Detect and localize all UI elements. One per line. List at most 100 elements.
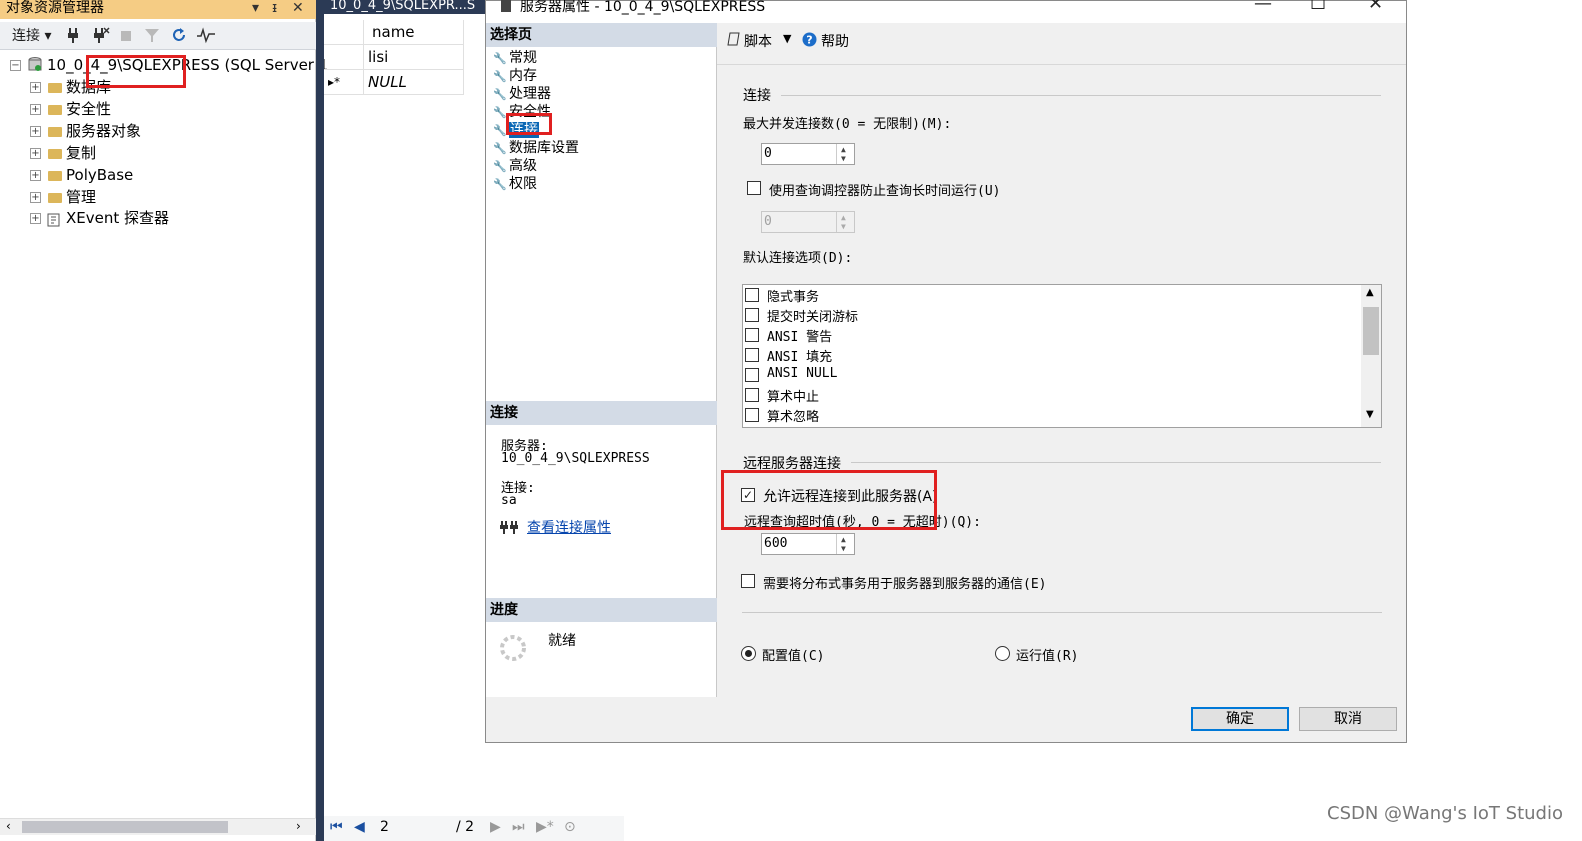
current-record[interactable]: 2	[380, 819, 389, 835]
grid-cell[interactable]: NULL	[364, 70, 464, 95]
scrollbar-thumb[interactable]	[22, 821, 228, 833]
query-governor-spinner[interactable]: 0 ▲ ▼	[761, 211, 855, 233]
splitter[interactable]	[316, 0, 324, 841]
connection-value: sa	[501, 493, 517, 508]
stop-icon[interactable]	[120, 26, 132, 50]
activity-icon[interactable]	[196, 26, 216, 50]
tree-item-label: 复制	[66, 144, 97, 162]
dialog-title: 服务器属性 - 10_0_4_9\SQLEXPRESS	[520, 0, 766, 15]
page-general[interactable]: 🔧 常规	[493, 49, 537, 67]
option-checkbox[interactable]	[745, 308, 759, 322]
max-concurrent-spinner[interactable]: 0 ▲ ▼	[761, 143, 855, 165]
spin-down-icon[interactable]: ▼	[841, 545, 846, 553]
page-advanced[interactable]: 🔧 高级	[493, 157, 537, 175]
query-governor-label: 使用查询调控器防止查询长时间运行(U)	[769, 184, 1001, 199]
ok-button[interactable]: 确定	[1191, 707, 1289, 731]
allow-remote-checkbox[interactable]: ✓	[741, 488, 755, 502]
progress-spinner-icon	[498, 633, 528, 667]
connect-button[interactable]: 连接 ▾	[12, 26, 51, 46]
distributed-transactions-checkbox[interactable]	[741, 574, 755, 588]
horizontal-scrollbar[interactable]: ‹ ›	[0, 818, 316, 835]
option-checkbox[interactable]	[745, 388, 759, 402]
pin-icon[interactable]: ᵻ	[272, 0, 277, 16]
option-checkbox[interactable]	[745, 408, 759, 422]
configured-values-radio[interactable]	[741, 646, 756, 661]
script-icon[interactable]	[727, 31, 741, 51]
connect-icon[interactable]	[66, 26, 80, 50]
tree-item-databases[interactable]: + 数据库	[0, 76, 316, 98]
server-properties-dialog: 服务器属性 - 10_0_4_9\SQLEXPRESS — ☐ ✕ 选择页 🔧 常…	[485, 0, 1407, 743]
remote-timeout-spinner[interactable]: 600 ▲ ▼	[761, 533, 855, 555]
help-button[interactable]: 帮助	[821, 31, 849, 51]
option-checkbox[interactable]	[745, 348, 759, 362]
previous-record-icon[interactable]: ◀	[354, 819, 365, 835]
refresh-icon[interactable]	[170, 26, 188, 50]
script-button[interactable]: 脚本	[744, 31, 772, 51]
dropdown-icon[interactable]: ▾	[252, 0, 259, 16]
spin-up-icon[interactable]: ▲	[841, 214, 846, 222]
expand-icon[interactable]: +	[30, 148, 41, 159]
tree-root-server[interactable]: − 10_0_4_9\SQLEXPRESS (SQL Server 1	[0, 54, 328, 76]
view-connection-properties-link[interactable]: 查看连接属性	[527, 517, 611, 537]
tree-item-security[interactable]: + 安全性	[0, 98, 316, 120]
option-checkbox[interactable]	[745, 288, 759, 302]
scrollbar-thumb[interactable]	[1363, 307, 1379, 355]
collapse-icon[interactable]: −	[10, 60, 21, 71]
expand-icon[interactable]: +	[30, 104, 41, 115]
tree-item-polybase[interactable]: + PolyBase	[0, 164, 316, 186]
query-governor-value: 0	[764, 214, 772, 229]
spin-up-icon[interactable]: ▲	[841, 536, 846, 544]
expand-icon[interactable]: +	[30, 82, 41, 93]
tree-item-server-objects[interactable]: + 服务器对象	[0, 120, 316, 142]
running-values-radio[interactable]	[995, 646, 1010, 661]
spin-down-icon[interactable]: ▼	[841, 223, 846, 231]
filter-icon[interactable]	[144, 26, 160, 50]
spin-up-icon[interactable]: ▲	[841, 146, 846, 154]
new-record-icon[interactable]: ▶*	[536, 819, 554, 835]
tree-item-label: XEvent 探查器	[66, 209, 170, 227]
page-database-settings[interactable]: 🔧 数据库设置	[493, 139, 579, 157]
minimize-icon[interactable]: —	[1254, 0, 1272, 13]
scroll-up-icon[interactable]: ▲	[1366, 287, 1374, 298]
disconnect-icon[interactable]	[92, 26, 110, 50]
tree-item-management[interactable]: + 管理	[0, 186, 316, 208]
expand-icon[interactable]: +	[30, 126, 41, 137]
expand-icon[interactable]: +	[30, 213, 41, 224]
page-label: 安全性	[509, 104, 551, 120]
results-grid: name lisi ▸* NULL	[324, 20, 466, 96]
expand-icon[interactable]: +	[30, 170, 41, 181]
page-memory[interactable]: 🔧 内存	[493, 67, 537, 85]
page-permissions[interactable]: 🔧 权限	[493, 175, 537, 193]
chevron-down-icon[interactable]: ▼	[783, 32, 791, 45]
close-icon[interactable]: ✕	[292, 0, 304, 16]
tree-item-xevent-profiler[interactable]: + XEvent 探查器	[0, 207, 316, 229]
spin-down-icon[interactable]: ▼	[841, 155, 846, 163]
document-tab[interactable]: 10_0_4_9\SQLEXPR...S	[324, 0, 494, 14]
scroll-left-icon[interactable]: ‹	[6, 819, 11, 833]
vertical-scrollbar[interactable]: ▲ ▼	[1361, 285, 1381, 427]
column-header[interactable]: name	[364, 20, 464, 45]
object-explorer-title: 对象资源管理器	[6, 0, 104, 16]
first-record-icon[interactable]: ⏮	[330, 819, 343, 835]
page-processors[interactable]: 🔧 处理器	[493, 85, 551, 103]
maximize-icon[interactable]: ☐	[1310, 0, 1326, 13]
next-record-icon[interactable]: ▶	[490, 819, 501, 835]
grid-cell[interactable]: lisi	[364, 45, 464, 70]
cancel-button[interactable]: 取消	[1299, 707, 1397, 731]
query-governor-checkbox[interactable]	[747, 181, 761, 195]
page-connections[interactable]: 🔧 连接	[493, 121, 539, 139]
row-selector[interactable]	[324, 45, 364, 70]
expand-icon[interactable]: +	[30, 192, 41, 203]
row-selector[interactable]: ▸*	[324, 70, 364, 95]
option-checkbox[interactable]	[745, 328, 759, 342]
page-label: 权限	[509, 176, 537, 192]
scroll-right-icon[interactable]: ›	[296, 819, 301, 833]
close-icon[interactable]: ✕	[1368, 0, 1383, 13]
scroll-down-icon[interactable]: ▼	[1366, 409, 1374, 420]
help-icon[interactable]: ?	[802, 32, 817, 51]
last-record-icon[interactable]: ⏭	[512, 819, 525, 835]
page-security[interactable]: 🔧 安全性	[493, 103, 551, 121]
tree-item-replication[interactable]: + 复制	[0, 142, 316, 164]
stop-icon[interactable]: ⊙	[564, 819, 576, 835]
option-checkbox[interactable]	[745, 368, 759, 382]
